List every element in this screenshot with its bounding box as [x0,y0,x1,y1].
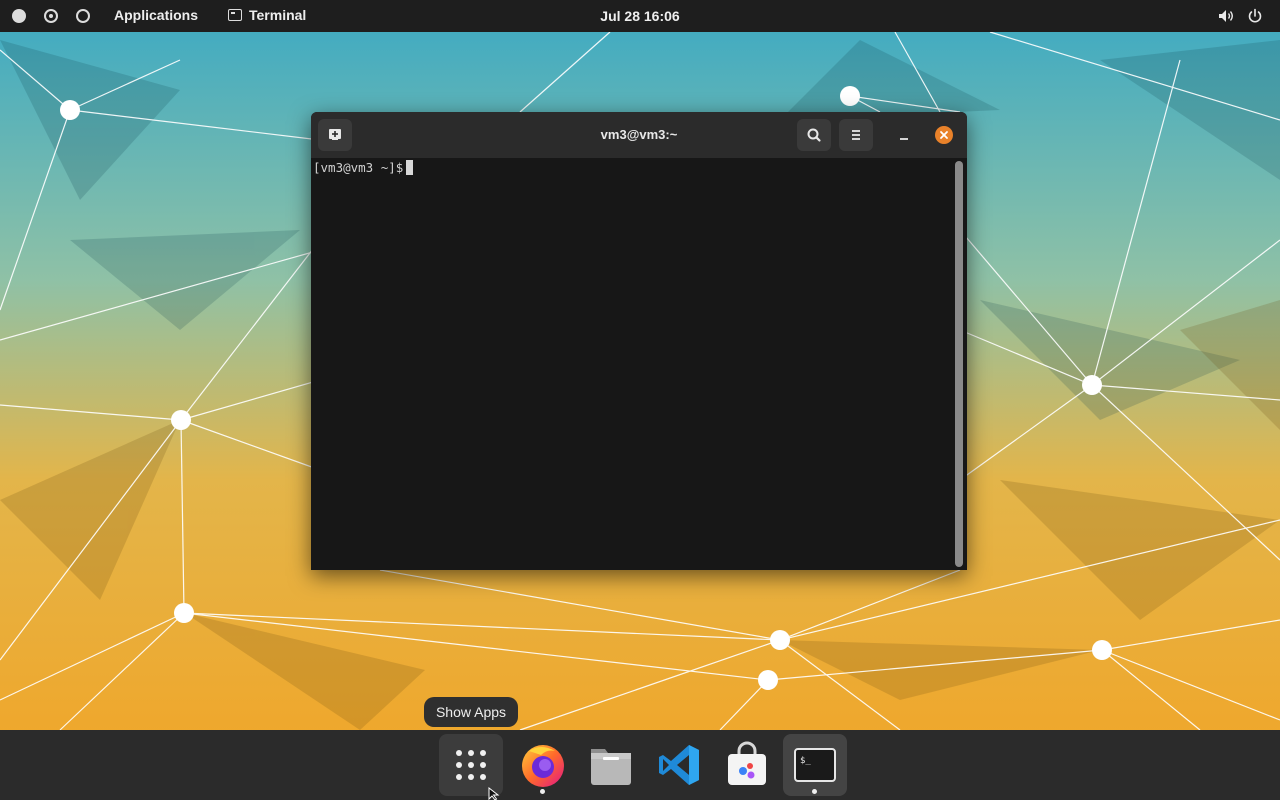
clock[interactable]: Jul 28 16:06 [600,8,679,24]
tooltip: Show Apps [424,697,518,727]
dock-vscode[interactable] [647,734,711,796]
dock-firefox[interactable] [511,734,575,796]
vscode-icon [659,745,699,785]
applications-menu[interactable]: Applications [114,7,198,23]
workspace-indicator-3[interactable] [76,9,90,23]
store-bag-icon [728,741,766,785]
dock-files[interactable] [579,734,643,796]
terminal-titlebar[interactable]: vm3@vm3:~ [311,112,967,158]
running-indicator [812,789,817,794]
new-tab-button[interactable] [318,119,352,151]
top-bar: Applications Terminal Jul 28 16:06 [0,0,1280,32]
terminal-icon: $_ [794,748,836,782]
active-app-label: Terminal [249,7,307,23]
active-app-indicator[interactable]: Terminal [228,7,306,23]
volume-icon[interactable] [1218,9,1234,23]
dock: $_ [0,730,1280,800]
terminal-window[interactable]: vm3@vm3:~ [vm3@vm3 ~]$ [311,112,967,570]
dock-terminal[interactable]: $_ [783,734,847,796]
close-icon [940,131,948,139]
running-indicator [540,789,545,794]
workspace-indicator-2[interactable] [44,9,58,23]
grid-icon [456,750,486,780]
terminal-title: vm3@vm3:~ [600,127,678,142]
text-cursor [406,160,414,175]
scrollbar[interactable] [955,161,963,567]
minimize-icon [900,138,908,140]
terminal-icon [228,9,242,21]
minimize-button[interactable] [887,119,921,151]
power-icon[interactable] [1247,8,1263,24]
search-icon [807,128,821,142]
main-menu-button[interactable] [839,119,873,151]
search-button[interactable] [797,119,831,151]
folder-icon [591,749,631,785]
terminal-output[interactable]: [vm3@vm3 ~]$ [311,158,953,570]
workspace-indicator-1[interactable] [12,9,26,23]
firefox-icon [522,745,564,787]
svg-text:$_: $_ [800,756,811,766]
hamburger-menu-icon [852,130,860,140]
new-tab-icon [329,129,341,140]
shell-prompt: [vm3@vm3 ~]$ [313,160,404,175]
dock-software-store[interactable] [715,734,779,796]
mouse-pointer-icon [488,787,500,801]
close-button[interactable] [935,126,953,144]
